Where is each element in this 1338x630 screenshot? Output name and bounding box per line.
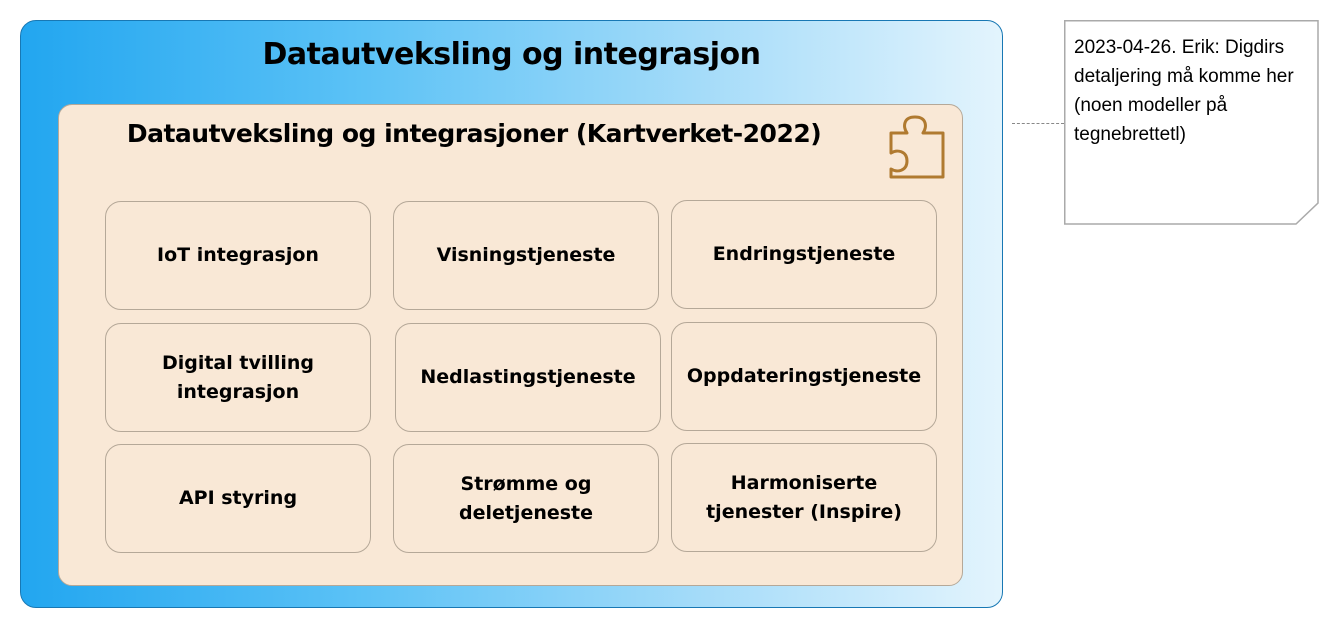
capability-api-styring[interactable]: API styring (105, 444, 371, 553)
capability-endringstjeneste[interactable]: Endringstjeneste (671, 200, 937, 309)
container-title: Datautveksling og integrasjoner (Kartver… (126, 119, 822, 148)
capability-container[interactable]: Datautveksling og integrasjoner (Kartver… (58, 104, 963, 586)
note-text: 2023-04-26. Erik: Digdirs detaljering må… (1074, 37, 1294, 145)
note-connector (1012, 123, 1064, 124)
capability-visningstjeneste[interactable]: Visningstjeneste (393, 201, 659, 310)
capability-nedlastingstjeneste[interactable]: Nedlastingstjeneste (395, 323, 661, 432)
capability-harmoniserte-tjenester[interactable]: Harmoniserte tjenester (Inspire) (671, 443, 937, 552)
capability-stromme-deletjeneste[interactable]: Strømme og deletjeneste (393, 444, 659, 553)
capability-iot-integrasjon[interactable]: IoT integrasjon (105, 201, 371, 310)
capability-oppdateringstjeneste[interactable]: Oppdateringstjeneste (671, 322, 937, 431)
grouping-datautveksling[interactable]: Datautveksling og integrasjon Datautveks… (20, 20, 1003, 608)
group-title: Datautveksling og integrasjon (262, 37, 761, 72)
capability-digital-tvilling[interactable]: Digital tvilling integrasjon (105, 323, 371, 432)
puzzle-icon (889, 115, 945, 179)
